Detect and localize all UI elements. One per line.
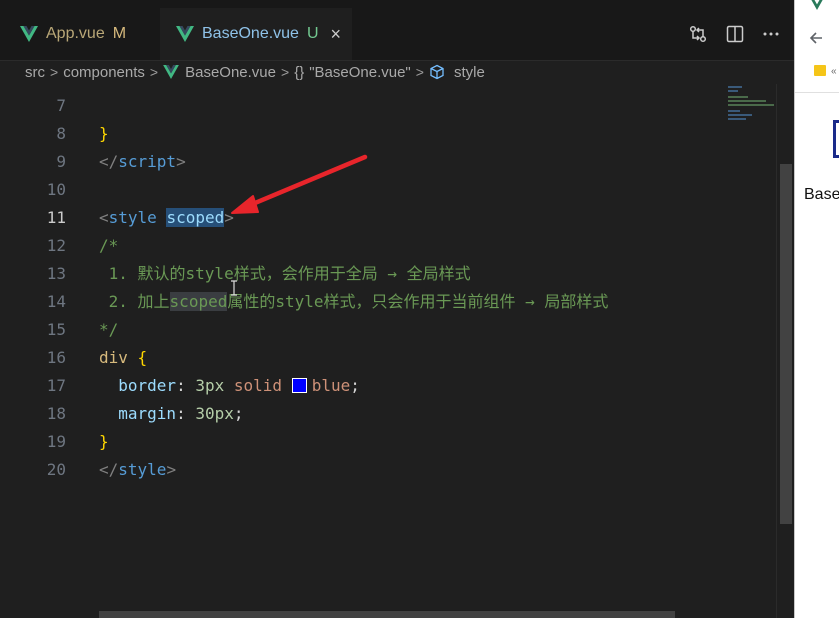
red-arrow-annotation [231,154,368,214]
code-editor: App.vue M BaseOne.vue U × src > componen… [0,0,795,618]
vue-logo-icon [811,0,823,10]
browser-page-text: Base [804,186,839,203]
folder-icon[interactable] [814,65,826,76]
minimap[interactable] [724,84,776,618]
vertical-scrollbar[interactable] [776,84,795,618]
toolbar-divider [795,92,839,93]
horizontal-scrollbar[interactable] [99,611,675,618]
bookmark-overflow-icon[interactable]: « [831,66,837,77]
bordered-div-preview [833,120,839,158]
text-cursor-icon [231,280,237,296]
back-arrow-icon[interactable] [807,29,825,47]
scrollbar-thumb[interactable] [780,164,792,524]
browser-window: « Base [794,0,839,618]
